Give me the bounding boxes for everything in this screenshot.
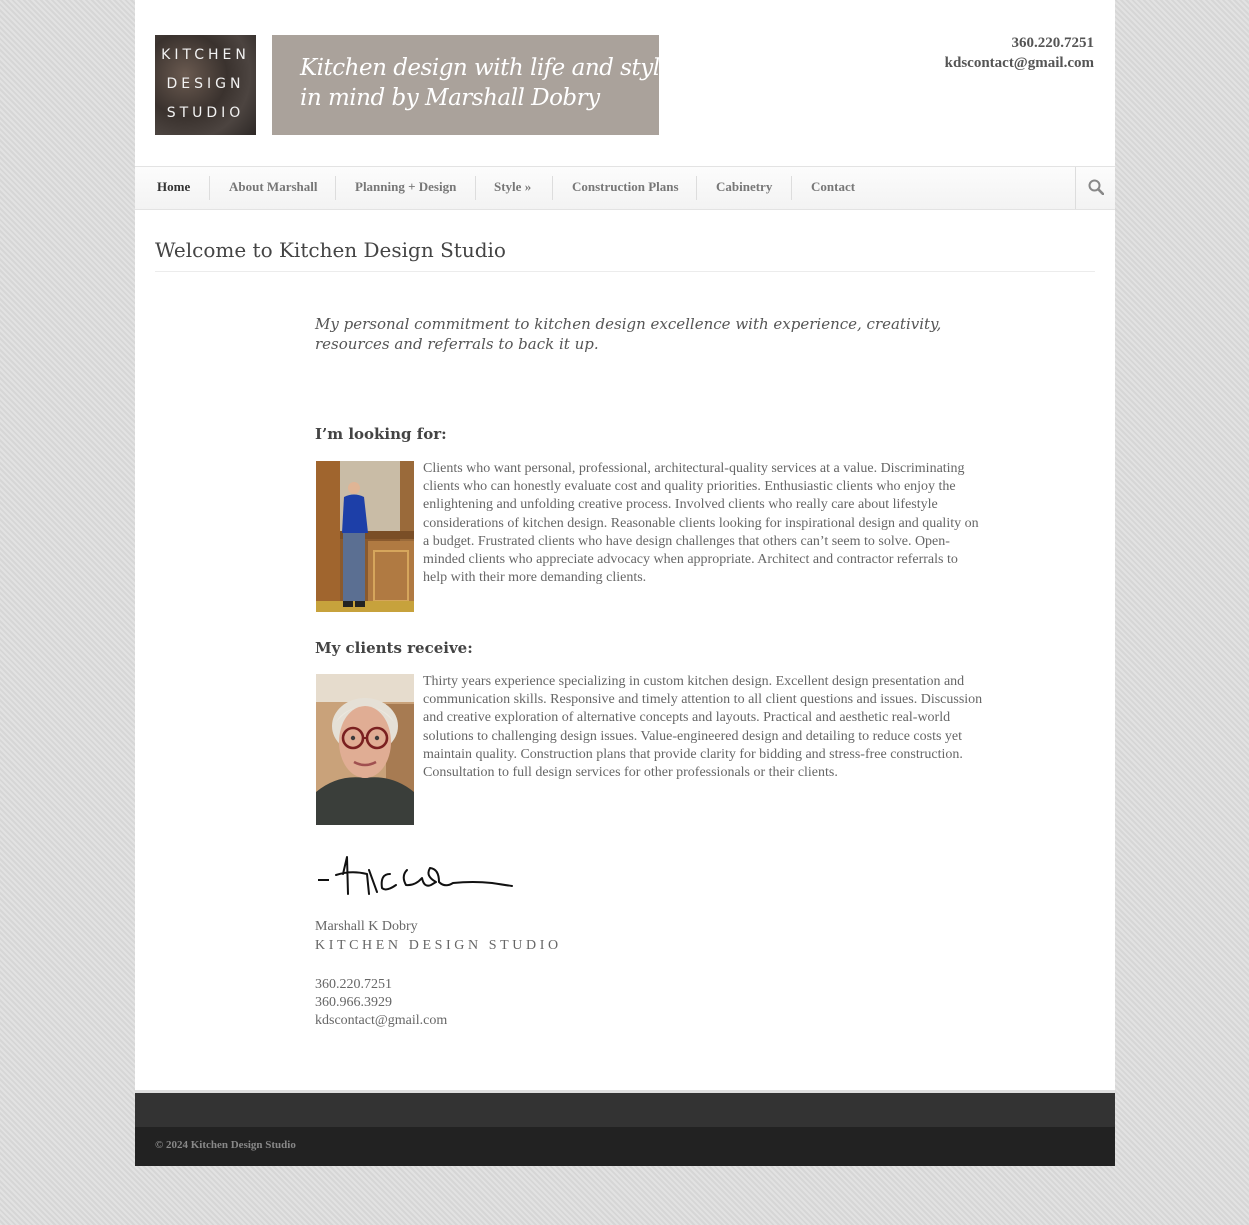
footer: © 2024 Kitchen Design Studio [135, 1127, 1115, 1166]
contact-phone-1[interactable]: 360.220.7251 [315, 976, 447, 994]
footer-widget-area [135, 1090, 1115, 1127]
nav-item-home[interactable]: Home [157, 167, 190, 209]
search-icon [1088, 179, 1104, 195]
title-divider [155, 271, 1095, 272]
header-email[interactable]: kdscontact@gmail.com [945, 53, 1094, 73]
clients-receive-text: Thirty years experience specializing in … [423, 674, 983, 781]
contact-phone-2[interactable]: 360.966.3929 [315, 994, 447, 1012]
nav-divider [791, 176, 792, 200]
intro-text: My personal commitment to kitchen design… [315, 315, 942, 353]
search-button[interactable] [1075, 167, 1115, 209]
page-container: KITCHEN DESIGN STUDIO Kitchen design wit… [135, 0, 1115, 1090]
looking-for-heading: I’m looking for: [315, 425, 447, 443]
nav-item-cabinetry[interactable]: Cabinetry [716, 167, 772, 209]
logo[interactable]: KITCHEN DESIGN STUDIO [155, 35, 257, 135]
tagline-banner: Kitchen design with life and style in mi… [272, 35, 673, 135]
signature-name: Marshall K Dobry [315, 919, 418, 934]
nav-item-construction-plans[interactable]: Construction Plans [572, 167, 679, 209]
nav-divider [475, 176, 476, 200]
logo-text-line: DESIGN [166, 76, 245, 92]
logo-text-line: STUDIO [166, 105, 245, 121]
signature-studio: KITCHEN DESIGN STUDIO [315, 938, 562, 953]
nav-item-contact[interactable]: Contact [811, 167, 855, 209]
main-nav: Home About Marshall Planning + Design St… [135, 166, 1115, 210]
nav-item-style[interactable]: Style » [494, 167, 531, 209]
nav-item-about-marshall[interactable]: About Marshall [229, 167, 317, 209]
footer-copyright: © 2024 Kitchen Design Studio [155, 1139, 296, 1151]
tagline-line: Kitchen design with life and style [300, 55, 673, 81]
logo-text-line: KITCHEN [161, 47, 250, 63]
marshall-portrait-photo [316, 674, 414, 825]
page-title: Welcome to Kitchen Design Studio [155, 238, 506, 262]
looking-for-text: Clients who want personal, professional,… [423, 461, 979, 586]
marshall-kitchen-photo [316, 461, 414, 612]
contact-details: 360.220.7251 360.966.3929 kdscontact@gma… [315, 976, 447, 1030]
signature-image [318, 856, 513, 895]
nav-divider [209, 176, 210, 200]
nav-divider [696, 176, 697, 200]
tagline-line: in mind by Marshall Dobry [300, 85, 600, 111]
nav-divider [552, 176, 553, 200]
header-phone[interactable]: 360.220.7251 [945, 33, 1095, 53]
nav-item-planning-design[interactable]: Planning + Design [355, 167, 456, 209]
nav-divider [335, 176, 336, 200]
contact-email[interactable]: kdscontact@gmail.com [315, 1012, 447, 1030]
clients-receive-heading: My clients receive: [315, 639, 473, 657]
header-contact: 360.220.7251 kdscontact@gmail.com [945, 33, 1094, 73]
